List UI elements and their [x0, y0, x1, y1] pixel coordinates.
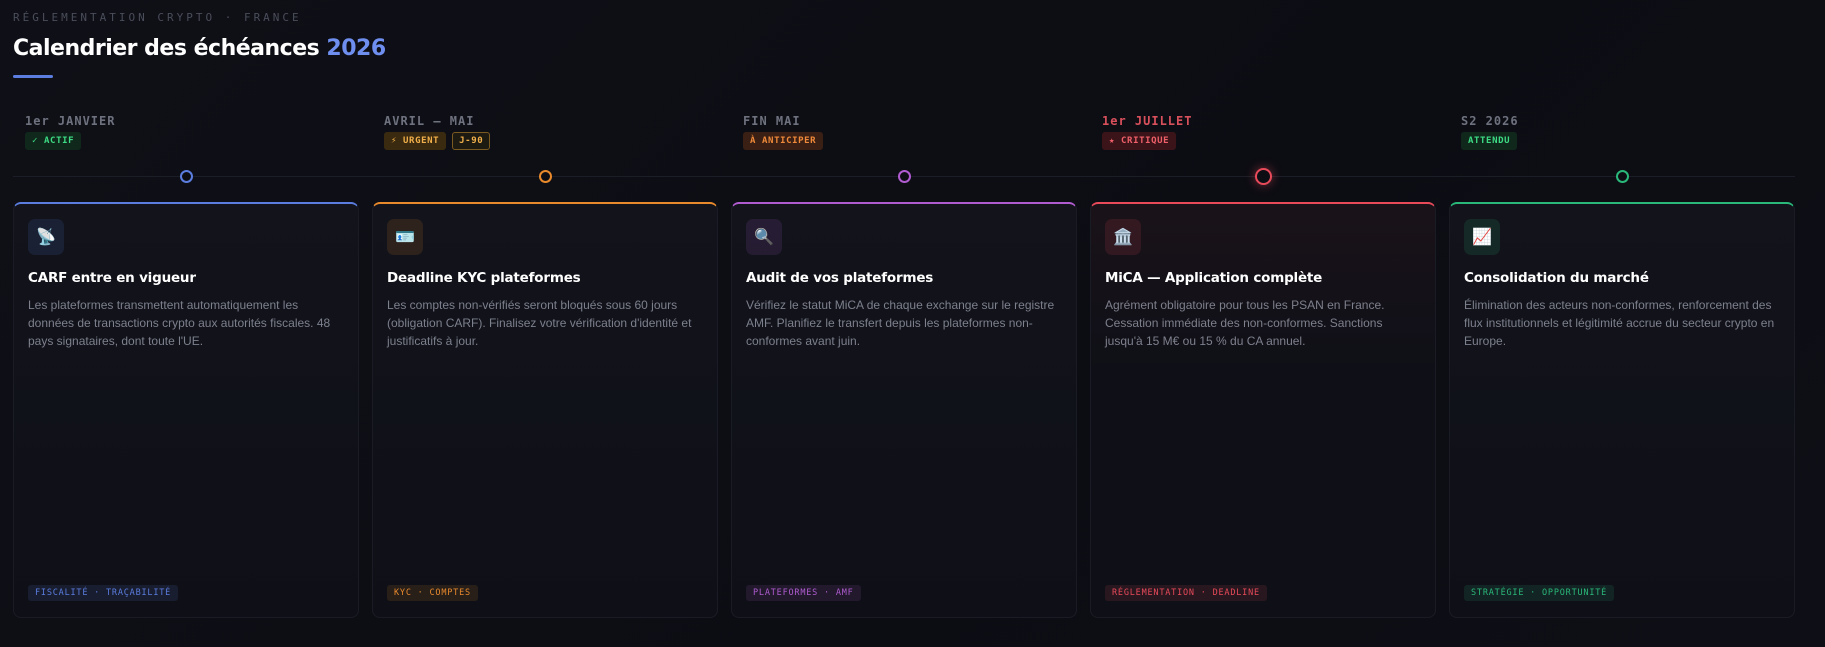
category-tag: FISCALITÉ · TRAÇABILITÉ [28, 585, 179, 601]
column-date: 1er JANVIER [25, 114, 116, 128]
badge-group: À ANTICIPER [743, 132, 824, 150]
status-badge: ★ CRITIQUE [1102, 132, 1177, 150]
event-card[interactable]: 📈 Consolidation du marché Élimination des … [1449, 202, 1795, 618]
column-date: FIN MAI [743, 114, 801, 128]
card-description: Les comptes non-vérifiés seront bloqués … [387, 298, 692, 348]
category-tag: KYC · COMPTES [387, 585, 478, 601]
timeline-dot [180, 170, 193, 183]
badge-group: ⚡ URGENT J-90 [384, 132, 491, 150]
column-date: S2 2026 [1461, 114, 1519, 128]
status-badge: ⚡ URGENT [384, 132, 447, 150]
timeline-dot [1255, 168, 1272, 185]
card-title: MiCA — Application complète [1105, 270, 1323, 286]
status-badge: ✓ ACTIF [25, 132, 82, 150]
status-badge: À ANTICIPER [743, 132, 824, 150]
category-tag: PLATEFORMES · AMF [746, 585, 861, 601]
timeline-dot [539, 170, 552, 183]
status-badge: ATTENDU [1461, 132, 1518, 150]
card-title: Consolidation du marché [1464, 270, 1649, 286]
card-title: Deadline KYC plateformes [387, 270, 581, 286]
column-date: AVRIL — MAI [384, 114, 475, 128]
timeline-column: 1er JANVIER ✓ ACTIF 📡 CARF entre en vigueur… [13, 0, 359, 647]
card-description: Vérifiez le statut MiCA de chaque exchan… [746, 298, 1055, 348]
timeline-column: AVRIL — MAI ⚡ URGENT J-90 🪪 Deadline KYC pla… [372, 0, 718, 647]
category-tag: RÉGLEMENTATION · DEADLINE [1105, 585, 1267, 601]
card-title: CARF entre en vigueur [28, 270, 196, 286]
event-card[interactable]: 🔍 Audit de vos plateformes Vérifiez le sta… [731, 202, 1077, 618]
bank-icon: 🏛️ [1105, 219, 1141, 255]
status-badge: J-90 [452, 132, 491, 150]
card-description: Élimination des acteurs non-conformes, r… [1464, 298, 1775, 348]
card-description: Agrément obligatoire pour tous les PSAN … [1105, 298, 1385, 348]
timeline-column: 1er JUILLET ★ CRITIQUE 🏛️ MiCA — Applicatio… [1090, 0, 1436, 647]
column-date: 1er JUILLET [1102, 114, 1193, 128]
category-tag: STRATÉGIE · OPPORTUNITÉ [1464, 585, 1615, 601]
badge-group: ✓ ACTIF [25, 132, 82, 150]
badge-group: ATTENDU [1461, 132, 1518, 150]
card-title: Audit de vos plateformes [746, 270, 934, 286]
timeline-dot [898, 170, 911, 183]
event-card[interactable]: 🏛️ MiCA — Application complète Agrément ob… [1090, 202, 1436, 618]
magnifier-icon: 🔍 [746, 219, 782, 255]
chart-up-icon: 📈 [1464, 219, 1500, 255]
timeline-column: S2 2026 ATTENDU 📈 Consolidation du marché Él… [1449, 0, 1795, 647]
timeline-dot [1616, 170, 1629, 183]
badge-group: ★ CRITIQUE [1102, 132, 1177, 150]
timeline-column: FIN MAI À ANTICIPER 🔍 Audit de vos platefor… [731, 0, 1077, 647]
id-card-icon: 🪪 [387, 219, 423, 255]
event-card[interactable]: 🪪 Deadline KYC plateformes Les comptes non… [372, 202, 718, 618]
card-description: Les plateformes transmettent automatique… [28, 298, 331, 348]
satellite-dish-icon: 📡 [28, 219, 64, 255]
event-card[interactable]: 📡 CARF entre en vigueur Les plateformes tr… [13, 202, 359, 618]
